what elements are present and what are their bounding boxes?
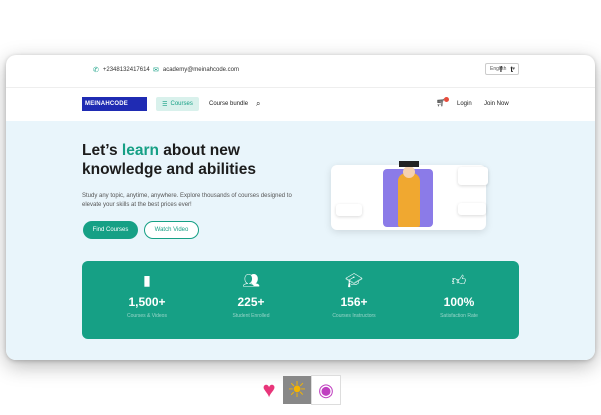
graduation-cap-icon (399, 161, 419, 167)
contact-topbar: ✆ +2348132417614 ✉ academy@meinahcode.co… (6, 55, 595, 88)
courses-menu-button[interactable]: ☰ Courses (156, 97, 199, 111)
site-logo[interactable]: MEINAHCODE (82, 97, 147, 111)
stat-label: Student Enrolled (232, 313, 270, 319)
cart-badge (444, 97, 449, 102)
watch-video-button[interactable]: Watch Video (144, 221, 199, 239)
lollipop-icon: ◉ (311, 375, 341, 405)
stat-value: 225+ (237, 295, 265, 309)
courses-label: Courses (170, 101, 193, 107)
users-icon: 👥︎ (242, 272, 260, 288)
stat-satisfaction: 👍︎ 100% Satisfaction Rate (424, 271, 494, 319)
phone-contact[interactable]: ✆ +2348132417614 (93, 66, 150, 74)
headline-accent: learn (121, 142, 159, 159)
main-navbar: MEINAHCODE ☰ Courses Course bundle ⌕ 🛒︎ … (6, 88, 595, 120)
logo-text: MEINAHCODE (85, 101, 129, 107)
login-link[interactable]: Login (457, 101, 472, 107)
stat-courses: ▮ 1,500+ Courses & Videos (112, 271, 182, 319)
email-text: academy@meinahcode.com (162, 67, 240, 73)
student-figure (398, 173, 420, 227)
find-courses-button[interactable]: Find Courses (83, 221, 138, 239)
course-bundle-link[interactable]: Course bundle (209, 101, 248, 107)
floating-card-right (458, 203, 486, 215)
language-value: English (490, 66, 507, 72)
stats-banner: ▮ 1,500+ Courses & Videos 👥︎ 225+ Studen… (82, 261, 519, 339)
student-head (403, 166, 415, 178)
chevron-down-icon: ▾ (512, 66, 515, 72)
phone-icon: ✆ (93, 67, 99, 74)
browser-window: ✆ +2348132417614 ✉ academy@meinahcode.co… (6, 55, 595, 360)
stat-value: 156+ (340, 295, 368, 309)
menu-icon: ☰ (162, 101, 168, 108)
sun-icon: ☀ (283, 376, 311, 404)
sticker-row: ♥ ☀ ◉ (255, 370, 341, 410)
stat-value: 100% (443, 295, 475, 309)
heart-icon: ♥ (262, 377, 276, 402)
floating-card-top (458, 167, 488, 185)
language-select[interactable]: English ▾ (485, 63, 519, 75)
floating-card-left (336, 204, 362, 216)
graduation-cap-icon: 🎓︎ (345, 272, 363, 288)
thumbs-up-icon: 👍︎ (451, 272, 467, 288)
mail-icon: ✉ (153, 67, 159, 74)
book-icon: ▮ (143, 272, 151, 288)
stat-value: 1,500+ (128, 295, 166, 309)
headline-pre: Let’s (82, 142, 122, 159)
phone-text: +2348132417614 (102, 67, 150, 73)
stat-instructors: 🎓︎ 156+ Courses Instructors (319, 271, 389, 319)
search-icon[interactable]: ⌕ (256, 99, 260, 109)
join-now-link[interactable]: Join Now (484, 101, 509, 107)
stat-students: 👥︎ 225+ Student Enrolled (216, 271, 286, 319)
stat-label: Courses & Videos (127, 313, 167, 319)
hero-section: Let’s learn about new knowledge and abil… (6, 121, 595, 360)
email-contact[interactable]: ✉ academy@meinahcode.com (153, 66, 239, 74)
stat-label: Satisfaction Rate (440, 313, 478, 319)
hero-headline: Let’s learn about new knowledge and abil… (82, 141, 302, 179)
hero-subtitle: Study any topic, anytime, anywhere. Expl… (82, 193, 292, 208)
stat-label: Courses Instructors (332, 313, 376, 319)
